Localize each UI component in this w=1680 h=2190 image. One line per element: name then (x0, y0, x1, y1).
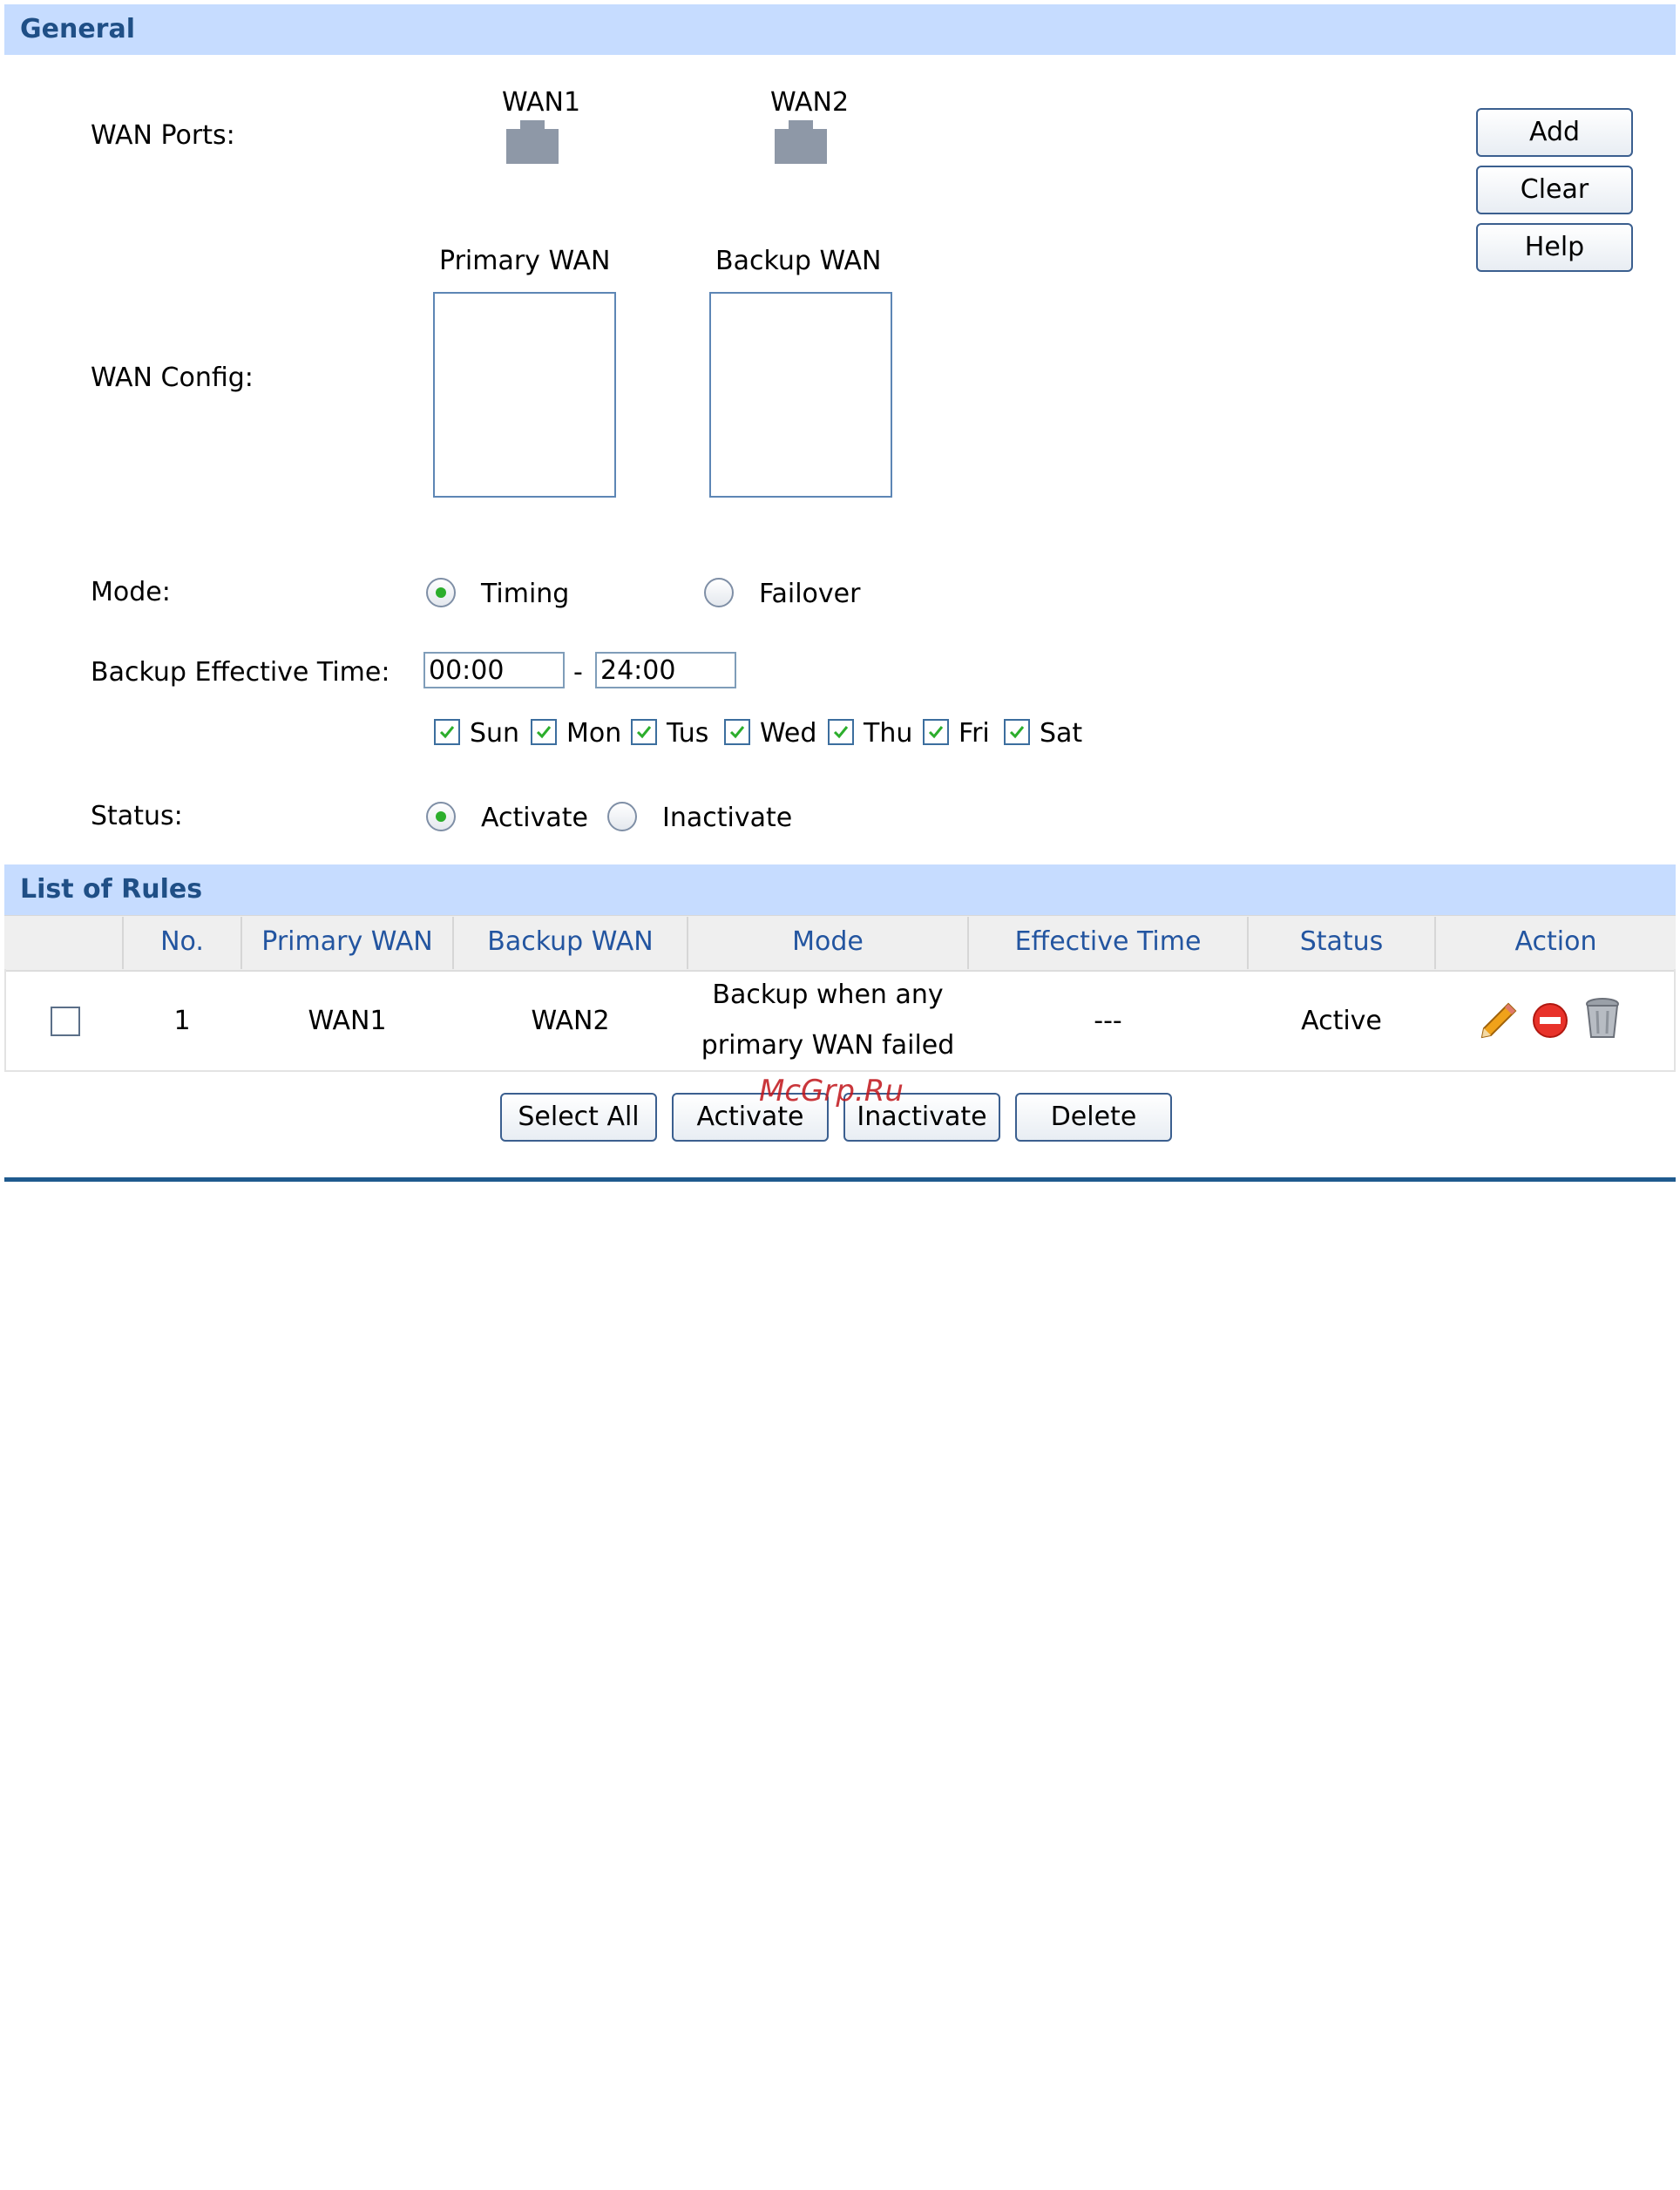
day-sun-label: Sun (470, 718, 520, 749)
edit-pencil-icon[interactable] (1479, 1000, 1519, 1041)
mode-timing-radio[interactable] (426, 578, 456, 607)
day-sun-checkbox[interactable] (434, 719, 460, 745)
mode-failover-label: Failover (759, 579, 861, 609)
rules-section-header: List of Rules (4, 864, 1676, 915)
check-icon (833, 726, 849, 739)
help-button[interactable]: Help (1476, 223, 1633, 272)
status-inactivate-radio[interactable] (607, 802, 637, 831)
mode-timing-label: Timing (481, 579, 570, 609)
day-sat-label: Sat (1040, 718, 1083, 749)
disable-icon[interactable] (1532, 1002, 1568, 1039)
check-icon (536, 726, 552, 739)
day-tus-label: Tus (667, 718, 709, 749)
general-section-header: General (4, 4, 1676, 55)
row-primary-wan: WAN1 (308, 1006, 387, 1036)
row-effective-time: --- (1094, 1006, 1122, 1036)
wan1-port-icon[interactable] (506, 120, 559, 164)
delete-trash-icon[interactable] (1583, 997, 1622, 1041)
status-activate-label: Activate (481, 803, 588, 833)
row-status: Active (1301, 1006, 1382, 1036)
status-activate-radio[interactable] (426, 802, 456, 831)
primary-wan-label: Primary WAN (439, 246, 611, 276)
clear-button[interactable]: Clear (1476, 166, 1633, 214)
mode-label: Mode: (91, 577, 171, 607)
wan-config-label: WAN Config: (91, 363, 254, 393)
check-icon (636, 726, 652, 739)
backup-wan-label: Backup WAN (715, 246, 882, 276)
row-no: 1 (173, 1006, 191, 1036)
day-wed-label: Wed (760, 718, 817, 749)
status-label: Status: (91, 801, 183, 831)
day-tus-checkbox[interactable] (631, 719, 657, 745)
row-mode-line1: Backup when any (712, 980, 944, 1010)
column-header-action[interactable]: Action (1436, 916, 1676, 968)
time-start-input[interactable] (423, 652, 565, 688)
check-icon (439, 726, 455, 739)
bottom-divider (4, 1177, 1676, 1182)
wan2-port-icon[interactable] (775, 120, 827, 164)
column-header-effective-time[interactable]: Effective Time (969, 916, 1247, 968)
day-wed-checkbox[interactable] (724, 719, 750, 745)
port-wan2-label: WAN2 (770, 87, 850, 118)
row-mode-line2: primary WAN failed (701, 1030, 955, 1061)
watermark: McGrp.Ru (759, 1074, 904, 1109)
day-thu-checkbox[interactable] (828, 719, 854, 745)
day-mon-checkbox[interactable] (531, 719, 557, 745)
primary-wan-dropzone[interactable] (433, 292, 616, 498)
day-fri-label: Fri (959, 718, 990, 749)
check-icon (729, 726, 745, 739)
column-header-no[interactable]: No. (124, 916, 240, 968)
select-all-button[interactable]: Select All (500, 1093, 657, 1142)
delete-button[interactable]: Delete (1015, 1093, 1172, 1142)
column-header-backup-wan[interactable]: Backup WAN (454, 916, 687, 968)
backup-wan-dropzone[interactable] (709, 292, 892, 498)
day-fri-checkbox[interactable] (923, 719, 949, 745)
status-inactivate-label: Inactivate (662, 803, 793, 833)
check-icon (928, 726, 944, 739)
column-header-status[interactable]: Status (1249, 916, 1434, 968)
time-end-input[interactable] (595, 652, 736, 688)
column-header-primary-wan[interactable]: Primary WAN (242, 916, 452, 968)
day-sat-checkbox[interactable] (1004, 719, 1030, 745)
check-icon (1009, 726, 1025, 739)
add-button[interactable]: Add (1476, 108, 1633, 157)
port-wan1-label: WAN1 (502, 87, 581, 118)
column-header-mode[interactable]: Mode (688, 916, 967, 968)
mode-failover-radio[interactable] (704, 578, 734, 607)
backup-time-label: Backup Effective Time: (91, 657, 390, 688)
row-backup-wan: WAN2 (531, 1006, 610, 1036)
time-separator: - (573, 657, 583, 688)
wan-ports-label: WAN Ports: (91, 120, 235, 151)
row-select-checkbox[interactable] (51, 1007, 80, 1036)
day-mon-label: Mon (566, 718, 622, 749)
day-thu-label: Thu (864, 718, 913, 749)
